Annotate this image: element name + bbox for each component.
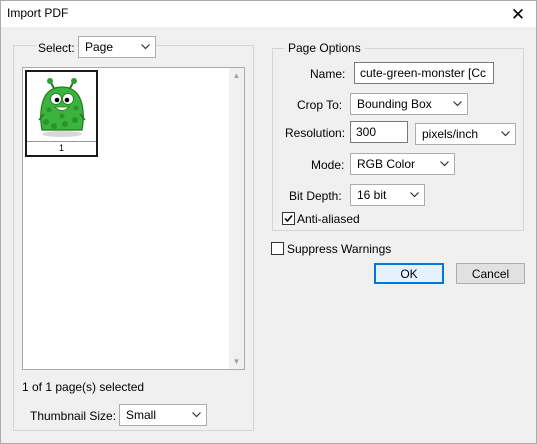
select-dropdown[interactable]: Page [78,36,156,58]
mode-label: Mode: [311,158,345,172]
resolution-label: Resolution: [285,126,346,140]
bit-depth-value: 16 bit [357,188,387,202]
thumbnail-size-dropdown[interactable]: Small [119,404,207,426]
thumbnail-page-number: 1 [58,143,64,153]
anti-aliased-label: Anti-aliased [297,212,360,226]
checkmark-icon [284,215,293,223]
ok-button-label: OK [400,266,418,281]
thumbnail-list[interactable]: 1 ▲ ▼ [22,67,245,370]
chevron-down-icon [438,154,450,174]
selection-status: 1 of 1 page(s) selected [22,380,145,394]
chevron-down-icon [408,185,420,205]
thumbnail-size-label: Thumbnail Size: [30,409,117,423]
cancel-button[interactable]: Cancel [456,263,525,284]
dialog-title: Import PDF [7,6,69,20]
bit-depth-dropdown[interactable]: 16 bit [350,184,425,206]
suppress-warnings-checkbox[interactable] [271,242,284,255]
chevron-down-icon [451,94,463,114]
scroll-up-icon[interactable]: ▲ [229,68,244,83]
select-label: Select: [36,41,77,55]
resolution-value: 300 [356,125,377,139]
scroll-down-icon[interactable]: ▼ [229,354,244,369]
suppress-warnings-label: Suppress Warnings [287,242,392,256]
crop-to-label: Crop To: [297,98,343,112]
chevron-down-icon [499,124,511,144]
mode-dropdown[interactable]: RGB Color [350,153,455,175]
page-options-legend: Page Options [284,41,365,55]
page-thumbnail[interactable]: 1 [25,70,98,157]
thumbnail-scrollbar[interactable]: ▲ ▼ [229,68,244,369]
anti-aliased-checkbox[interactable] [282,212,295,225]
crop-to-dropdown[interactable]: Bounding Box [350,93,468,115]
mode-value: RGB Color [357,157,416,171]
cancel-button-label: Cancel [471,266,510,281]
chevron-down-icon [190,405,202,425]
monster-thumbnail-image [38,78,86,137]
ok-button[interactable]: OK [374,263,444,284]
resolution-unit-dropdown[interactable]: pixels/inch [415,123,516,145]
name-field[interactable]: cute-green-monster [Cc [354,62,494,84]
thumbnail-size-value: Small [126,408,157,422]
select-value: Page [85,40,114,54]
resolution-unit-value: pixels/inch [422,127,479,141]
title-bar: Import PDF ✕ [1,1,536,27]
close-icon: ✕ [510,4,526,24]
resolution-field[interactable]: 300 [350,121,408,143]
crop-to-value: Bounding Box [357,97,432,111]
chevron-down-icon [139,37,151,57]
close-button[interactable]: ✕ [500,1,536,27]
import-pdf-dialog: Import PDF ✕ Select: Page 1 ▲ ▼ 1 of 1 p… [0,0,537,444]
bit-depth-label: Bit Depth: [289,189,342,203]
name-value: cute-green-monster [Cc [360,66,487,80]
name-label: Name: [310,67,346,81]
